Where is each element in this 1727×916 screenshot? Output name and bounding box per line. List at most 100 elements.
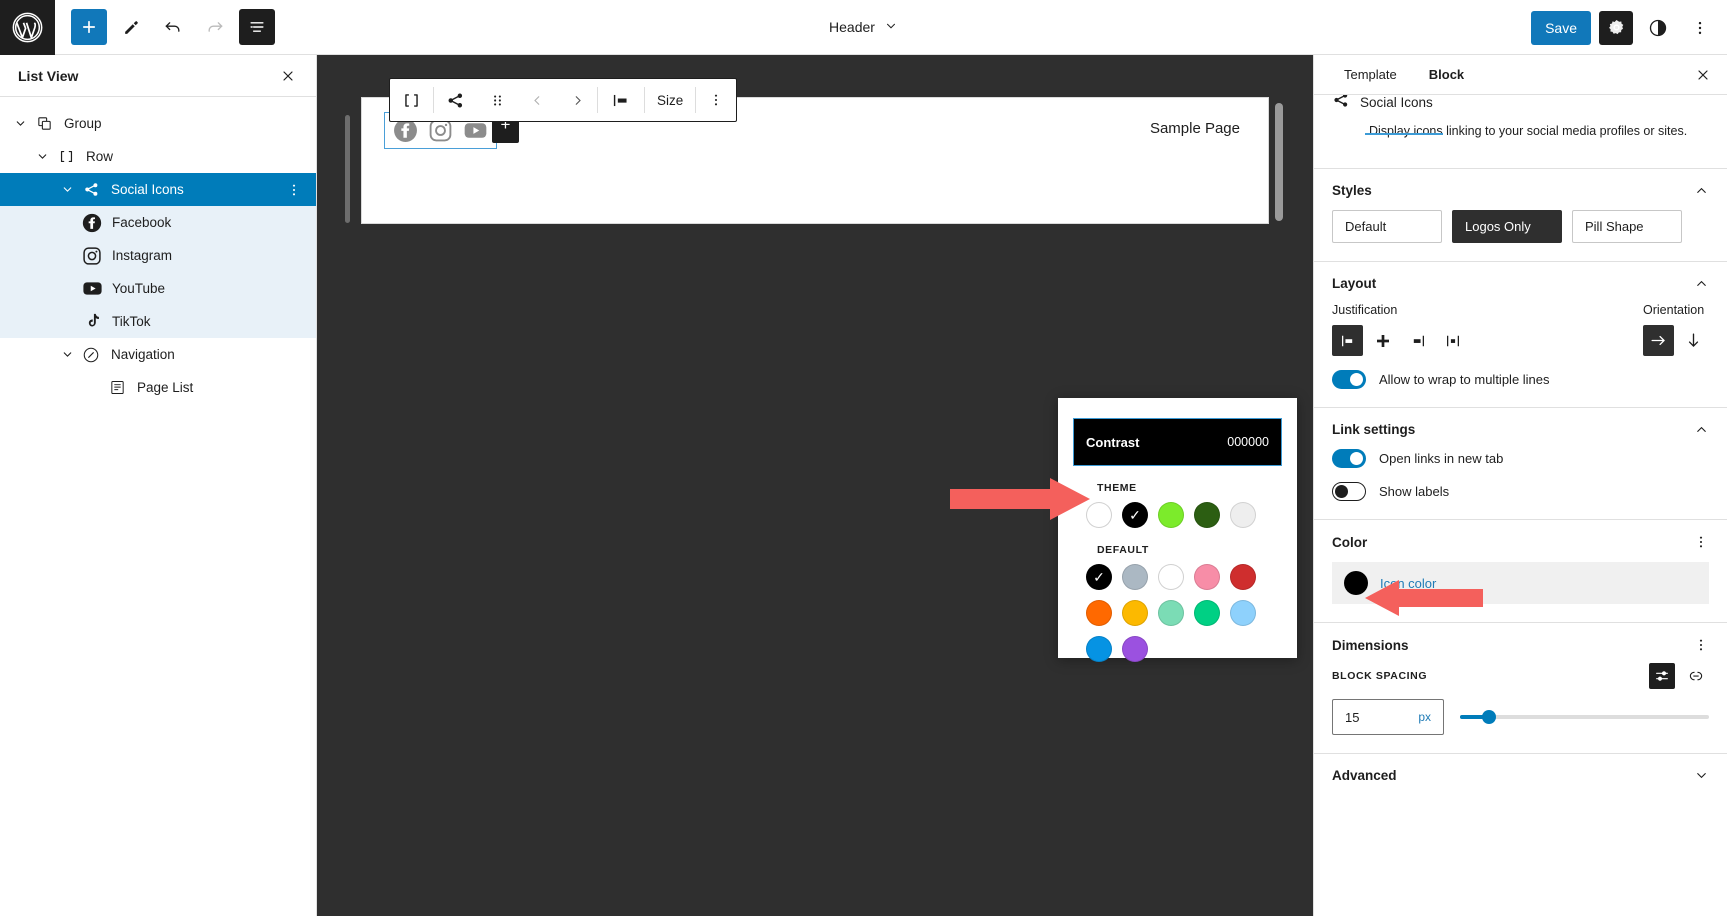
sidebar-item-tiktok[interactable]: TikTok [0, 305, 316, 338]
block-info-card: Social Icons Display icons linking to yo… [1314, 95, 1727, 169]
default-swatch-black[interactable]: ✓ [1086, 564, 1112, 590]
default-swatch-vivid-purple[interactable] [1122, 636, 1148, 662]
orientation-horizontal-button[interactable] [1643, 325, 1674, 356]
list-view-button[interactable] [239, 9, 275, 45]
chevron-down-icon[interactable] [8, 112, 32, 136]
add-block-button[interactable] [71, 9, 107, 45]
page-title: Header [829, 19, 875, 35]
settings-gear-icon[interactable] [1599, 11, 1633, 45]
save-button[interactable]: Save [1531, 11, 1591, 45]
undo-button[interactable] [155, 9, 191, 45]
close-x-icon[interactable] [1689, 61, 1717, 89]
block-spacing-unit[interactable]: px [1418, 710, 1431, 724]
justify-right-button[interactable] [1402, 325, 1433, 356]
theme-swatch-accent-2[interactable] [1194, 502, 1220, 528]
justify-center-button[interactable] [1367, 325, 1398, 356]
tab-template[interactable]: Template [1328, 55, 1413, 95]
icon-color-swatch[interactable] [1344, 571, 1368, 595]
chevron-down-icon[interactable] [55, 343, 79, 367]
three-dots-vertical-icon[interactable] [1683, 11, 1717, 45]
close-x-icon[interactable] [274, 62, 302, 90]
sidebar-item-label: Row [86, 149, 113, 164]
sidebar-item-label: Instagram [112, 248, 172, 263]
edit-tool-button[interactable] [113, 9, 149, 45]
selected-color-preview[interactable]: Contrast 000000 [1073, 418, 1282, 466]
sidebar-item-label: Facebook [112, 215, 171, 230]
sidebar-item-instagram[interactable]: Instagram [0, 239, 316, 272]
color-options-three-dots-icon[interactable] [1693, 534, 1709, 550]
default-swatch-vivid-green-cyan[interactable] [1194, 600, 1220, 626]
orientation-vertical-button[interactable] [1678, 325, 1709, 356]
nav-link-sample-page[interactable]: Sample Page [1150, 120, 1240, 137]
default-swatch-white[interactable] [1158, 564, 1184, 590]
block-options-three-dots-icon[interactable] [286, 182, 302, 198]
block-spacing-slider[interactable] [1460, 707, 1709, 727]
sidebar-item-navigation[interactable]: Navigation [0, 338, 316, 371]
chevron-up-icon[interactable] [1694, 422, 1709, 437]
theme-swatch-contrast[interactable]: ✓ [1122, 502, 1148, 528]
sidebar-item-group[interactable]: Group [0, 107, 316, 140]
link-sides-icon[interactable] [1683, 663, 1709, 689]
block-card-underline [1365, 133, 1443, 135]
link-settings-panel-header[interactable]: Link settings [1332, 422, 1709, 437]
toolbar-tool-group [55, 9, 275, 45]
default-swatch-vivid-red[interactable] [1230, 564, 1256, 590]
sidebar-item-page-list[interactable]: Page List [0, 371, 316, 404]
social-icons-block-button[interactable] [434, 79, 477, 121]
tab-block[interactable]: Block [1413, 55, 1480, 95]
icon-color-row[interactable]: Icon color [1332, 562, 1709, 604]
show-labels-toggle[interactable] [1332, 482, 1366, 501]
sidebar-item-label: TikTok [112, 314, 151, 329]
chevron-up-icon[interactable] [1694, 183, 1709, 198]
default-swatch-pale-pink[interactable] [1194, 564, 1220, 590]
default-swatch-luminous-vivid-orange[interactable] [1086, 600, 1112, 626]
advanced-panel-header[interactable]: Advanced [1332, 768, 1709, 783]
dimensions-options-three-dots-icon[interactable] [1693, 637, 1709, 653]
chevron-down-icon[interactable] [1694, 768, 1709, 783]
default-swatch-pale-cyan-blue[interactable] [1230, 600, 1256, 626]
default-swatch-light-green-cyan[interactable] [1158, 600, 1184, 626]
layout-panel-header[interactable]: Layout [1332, 276, 1709, 291]
redo-button[interactable] [197, 9, 233, 45]
sidebar-item-label: Social Icons [111, 182, 184, 197]
style-option-pill-shape[interactable]: Pill Shape [1572, 210, 1682, 243]
default-swatch-vivid-cyan-blue[interactable] [1086, 636, 1112, 662]
default-swatch-luminous-vivid-amber[interactable] [1122, 600, 1148, 626]
theme-swatch-accent-1[interactable] [1158, 502, 1184, 528]
theme-swatch-base[interactable] [1086, 502, 1112, 528]
canvas-scrollbar[interactable] [1275, 103, 1283, 221]
styles-panel-header[interactable]: Styles [1332, 183, 1709, 198]
chevron-up-icon[interactable] [1694, 276, 1709, 291]
list-view-sidebar: List View Group [0, 55, 317, 916]
theme-swatch-accent-3[interactable] [1230, 502, 1256, 528]
default-palette-grid: ✓ [1058, 564, 1297, 662]
three-dots-vertical-icon[interactable] [696, 79, 736, 121]
open-links-new-tab-toggle[interactable] [1332, 449, 1366, 468]
block-spacing-input[interactable]: 15 px [1332, 699, 1444, 735]
default-swatch-cyan-bluish-gray[interactable] [1122, 564, 1148, 590]
contrast-half-circle-icon[interactable] [1641, 11, 1675, 45]
move-down-button[interactable] [557, 79, 597, 121]
justify-space-between-button[interactable] [1437, 325, 1468, 356]
spacing-sliders-icon[interactable] [1649, 663, 1675, 689]
group-blocks-icon [32, 112, 56, 136]
justify-left-button[interactable] [1332, 325, 1363, 356]
allow-wrap-toggle[interactable] [1332, 370, 1366, 389]
slider-thumb[interactable] [1482, 710, 1496, 724]
wordpress-logo-icon[interactable] [0, 0, 55, 55]
style-option-logos-only[interactable]: Logos Only [1452, 210, 1562, 243]
style-option-default[interactable]: Default [1332, 210, 1442, 243]
sidebar-item-facebook[interactable]: Facebook [0, 206, 316, 239]
move-up-button[interactable] [517, 79, 557, 121]
change-block-type-row-button[interactable] [390, 79, 433, 121]
align-button[interactable] [598, 79, 644, 121]
size-button[interactable]: Size [645, 79, 695, 121]
sidebar-item-social-icons[interactable]: Social Icons [0, 173, 316, 206]
sidebar-item-youtube[interactable]: YouTube [0, 272, 316, 305]
canvas-left-scroll-indicator[interactable] [345, 115, 350, 223]
chevron-down-icon[interactable] [55, 178, 79, 202]
sidebar-item-row[interactable]: Row [0, 140, 316, 173]
chevron-down-icon[interactable] [30, 145, 54, 169]
chevron-down-icon[interactable] [884, 19, 898, 36]
drag-handle-button[interactable] [477, 79, 517, 121]
